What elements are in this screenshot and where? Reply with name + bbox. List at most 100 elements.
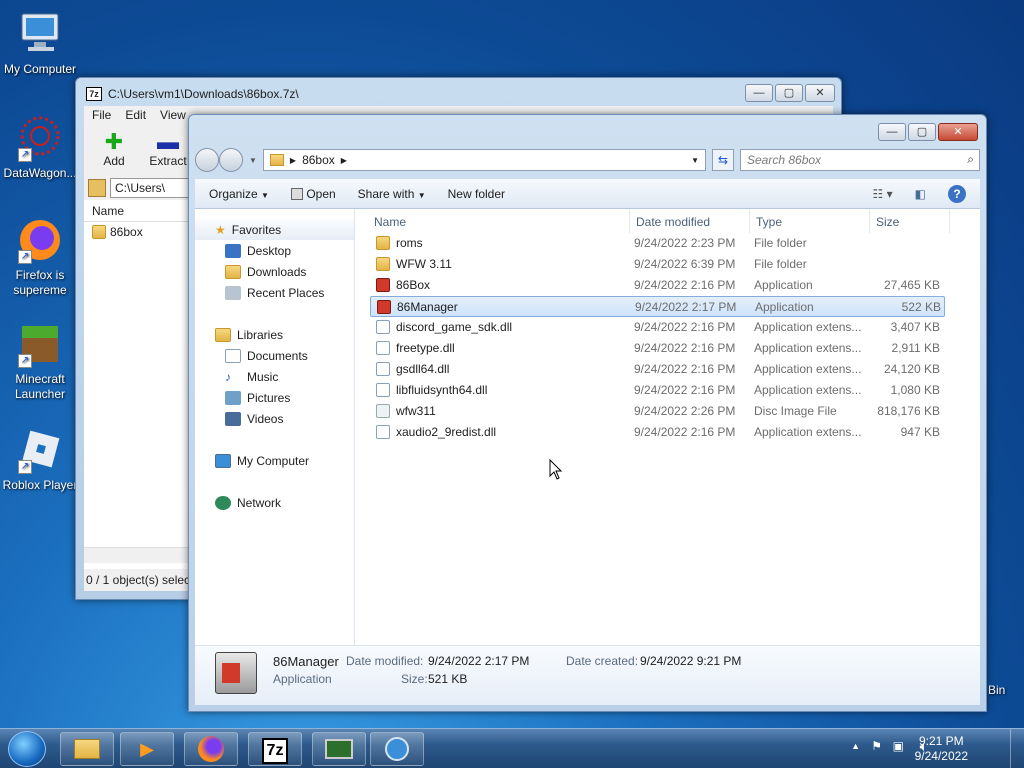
desktop-icon-datawagon[interactable]: ↗ DataWagon...: [0, 114, 80, 181]
file-row[interactable]: gsdll64.dll 9/24/2022 2:16 PM Application …: [370, 359, 945, 380]
column-header-date[interactable]: Date modified: [630, 209, 750, 233]
back-button[interactable]: [195, 148, 219, 172]
show-desktop-button[interactable]: [1010, 729, 1024, 768]
file-row[interactable]: 86Manager 9/24/2022 2:17 PM Application 522…: [370, 296, 945, 317]
file-date: 9/24/2022 2:26 PM: [634, 404, 736, 418]
nav-item-pictures[interactable]: Pictures: [195, 387, 354, 408]
breadcrumb[interactable]: 86box: [302, 153, 335, 167]
action-center-icon[interactable]: ⚑: [871, 739, 882, 753]
open-button[interactable]: Open: [290, 187, 336, 201]
taskbar-media-player[interactable]: ▶: [120, 732, 174, 766]
desktop-icon-firefox[interactable]: ↗ Firefox is supereme: [0, 216, 80, 298]
roblox-icon: ↗: [16, 426, 64, 474]
nav-item-videos[interactable]: Videos: [195, 408, 354, 429]
file-row[interactable]: wfw311 9/24/2022 2:26 PM Disc Image File 81…: [370, 401, 945, 422]
maximize-button[interactable]: ▢: [775, 84, 803, 102]
taskbar-86box[interactable]: [312, 732, 366, 766]
share-with-button[interactable]: Share with ▼: [358, 187, 426, 201]
system-clock[interactable]: 9:21 PM 9/24/2022: [915, 734, 968, 764]
library-icon: [215, 327, 231, 342]
file-row[interactable]: discord_game_sdk.dll 9/24/2022 2:16 PM App…: [370, 317, 945, 338]
sevenzip-titlebar[interactable]: 7z C:\Users\vm1\Downloads\86box.7z\ — ▢ ✕: [76, 78, 841, 108]
start-button[interactable]: [8, 731, 46, 767]
preview-pane-icon[interactable]: ◧: [915, 187, 926, 201]
file-type: Application extens...: [754, 341, 862, 355]
address-dropdown-icon[interactable]: ▼: [691, 156, 699, 165]
file-date: 9/24/2022 2:16 PM: [634, 383, 736, 397]
column-header-type[interactable]: Type: [750, 209, 870, 233]
computer-icon: [215, 453, 231, 468]
taskbar-network-setup[interactable]: [370, 732, 424, 766]
add-button[interactable]: ✚ Add: [92, 130, 136, 172]
new-folder-button[interactable]: New folder: [448, 187, 505, 201]
explorer-address-bar[interactable]: ▶ 86box ▶ ▼: [262, 149, 706, 171]
file-size: 2,911 KB: [891, 341, 940, 355]
nav-item-desktop[interactable]: Desktop: [195, 240, 354, 261]
file-row[interactable]: roms 9/24/2022 2:23 PM File folder: [370, 233, 945, 254]
close-button[interactable]: ✕: [938, 123, 978, 141]
help-icon[interactable]: ?: [948, 184, 966, 203]
chevron-down-icon: ▼: [261, 190, 269, 200]
taskbar-firefox[interactable]: [184, 732, 238, 766]
file-row[interactable]: freetype.dll 9/24/2022 2:16 PM Application…: [370, 338, 945, 359]
file-date: 9/24/2022 2:16 PM: [634, 278, 736, 292]
forward-button[interactable]: [219, 148, 243, 172]
search-input[interactable]: Search 86box ⌕: [740, 149, 980, 171]
nav-my-computer[interactable]: My Computer: [195, 450, 354, 471]
minecraft-icon: ↗: [16, 320, 64, 368]
file-name: roms: [396, 236, 423, 250]
breadcrumb-arrow-icon[interactable]: ▶: [341, 156, 347, 165]
search-icon[interactable]: ⌕: [967, 152, 974, 167]
explorer-window[interactable]: — ▢ ✕ ▼ ▶ 86box ▶ ▼ ⇆ Search 86box ⌕ Organi…: [188, 114, 987, 712]
nav-item-music[interactable]: ♪ Music: [195, 366, 354, 387]
file-row[interactable]: libfluidsynth64.dll 9/24/2022 2:16 PM Appl…: [370, 380, 945, 401]
file-row[interactable]: WFW 3.11 9/24/2022 6:39 PM File folder: [370, 254, 945, 275]
recycle-bin-label[interactable]: Bin: [988, 683, 1005, 697]
file-size: 3,407 KB: [890, 320, 940, 334]
view-options-icon[interactable]: ☷ ▾: [873, 187, 893, 201]
file-row[interactable]: 86Box 9/24/2022 2:16 PM Application 27,465 …: [370, 275, 945, 296]
file-date: 9/24/2022 6:39 PM: [634, 257, 736, 271]
menu-edit[interactable]: Edit: [125, 108, 146, 124]
recent-pages-icon[interactable]: ▼: [249, 156, 257, 165]
taskbar-explorer[interactable]: [60, 732, 114, 766]
organize-button[interactable]: Organize ▼: [209, 187, 269, 201]
desktop-icon-roblox[interactable]: ↗ Roblox Player: [0, 426, 80, 493]
refresh-button[interactable]: ⇆: [712, 149, 734, 171]
file-row[interactable]: xaudio2_9redist.dll 9/24/2022 2:16 PM Appl…: [370, 422, 945, 443]
menu-file[interactable]: File: [92, 108, 111, 124]
file-size: 27,465 KB: [883, 278, 940, 292]
nav-item-downloads[interactable]: Downloads: [195, 261, 354, 282]
star-icon: ★: [215, 222, 226, 237]
file-size: 947 KB: [900, 425, 940, 439]
minimize-button[interactable]: —: [745, 84, 773, 102]
sevenzip-title: C:\Users\vm1\Downloads\86box.7z\: [108, 87, 299, 101]
nav-favorites[interactable]: ★ Favorites: [195, 219, 354, 240]
show-hidden-icons[interactable]: ▲: [851, 741, 860, 751]
breadcrumb-arrow-icon[interactable]: ▶: [290, 156, 296, 165]
nav-item-recent-places[interactable]: Recent Places: [195, 282, 354, 303]
desktop-icon-minecraft[interactable]: ↗ Minecraft Launcher: [0, 320, 80, 402]
taskbar-7zip[interactable]: 7z: [248, 732, 302, 766]
desktop-icon-my-computer[interactable]: My Computer: [0, 10, 80, 77]
nav-network[interactable]: Network: [195, 492, 354, 513]
shortcut-arrow-icon: ↗: [18, 460, 32, 474]
menu-view[interactable]: View: [160, 108, 186, 124]
file-size: 818,176 KB: [877, 404, 940, 418]
minimize-button[interactable]: —: [878, 123, 906, 141]
app-icon: [376, 278, 390, 292]
network-icon: [215, 495, 231, 510]
nav-item-documents[interactable]: Documents: [195, 345, 354, 366]
extract-button[interactable]: ▬ Extract: [146, 130, 190, 172]
network-tray-icon[interactable]: ▣: [893, 739, 904, 753]
file-name: discord_game_sdk.dll: [396, 320, 513, 334]
file-type: Application: [754, 278, 813, 292]
videos-icon: [225, 411, 241, 426]
column-header-size[interactable]: Size: [870, 209, 950, 233]
up-folder-icon[interactable]: [88, 179, 106, 197]
column-header-name[interactable]: Name: [368, 209, 630, 233]
explorer-titlebar[interactable]: — ▢ ✕: [189, 115, 986, 145]
maximize-button[interactable]: ▢: [908, 123, 936, 141]
nav-libraries[interactable]: Libraries: [195, 324, 354, 345]
close-button[interactable]: ✕: [805, 84, 835, 102]
